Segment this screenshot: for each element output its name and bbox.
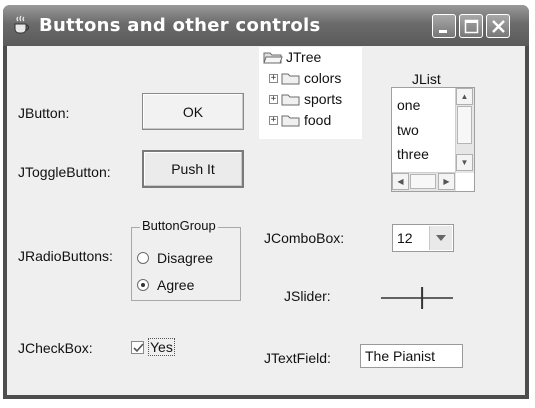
jcombobox[interactable]: 12 xyxy=(392,224,454,252)
scroll-right-icon[interactable]: ▶ xyxy=(438,173,455,190)
list-item[interactable]: one xyxy=(397,97,420,113)
window-title: Buttons and other controls xyxy=(39,15,321,36)
ok-button[interactable]: OK xyxy=(142,93,244,130)
folder-icon xyxy=(281,94,300,105)
checkbox-label: Yes xyxy=(148,338,175,356)
tree-node-colors[interactable]: + colors xyxy=(269,69,341,87)
folder-icon xyxy=(281,73,300,84)
minimize-button[interactable] xyxy=(432,14,456,38)
maximize-icon xyxy=(464,19,479,34)
jradiobuttons-label: JRadioButtons: xyxy=(18,248,113,264)
radio-agree[interactable]: Agree xyxy=(137,277,194,293)
close-icon xyxy=(492,20,505,33)
checkbox-box[interactable] xyxy=(131,340,144,354)
jslider[interactable] xyxy=(381,286,453,310)
title-bar[interactable]: Buttons and other controls xyxy=(3,5,529,46)
button-group-title: ButtonGroup xyxy=(140,218,218,233)
radio-button[interactable] xyxy=(137,252,149,264)
tree-root[interactable]: JTree xyxy=(263,48,321,66)
jtree[interactable]: JTree + colors + sports + food xyxy=(259,47,362,139)
tree-node-label: colors xyxy=(304,70,342,86)
horizontal-scrollbar[interactable]: ◀ ▶ xyxy=(392,172,456,191)
list-item[interactable]: three xyxy=(397,146,429,162)
scroll-left-icon[interactable]: ◀ xyxy=(392,173,409,190)
scroll-thumb[interactable] xyxy=(410,174,436,189)
jtextfield-label: JTextField: xyxy=(264,350,331,366)
jlist-label: JList xyxy=(412,71,441,87)
tree-node-food[interactable]: + food xyxy=(269,111,331,129)
jlist[interactable]: one two three ▲ ▼ ◀ ▶ xyxy=(391,87,475,192)
vertical-scrollbar[interactable]: ▲ ▼ xyxy=(455,88,474,173)
radio-label: Disagree xyxy=(157,250,214,266)
jcombobox-label: JComboBox: xyxy=(264,230,345,246)
minimize-icon xyxy=(439,30,447,33)
coffee-cup-icon[interactable] xyxy=(12,15,32,35)
jbutton-label: JButton: xyxy=(18,105,70,121)
scroll-thumb[interactable] xyxy=(457,106,472,144)
tree-node-label: sports xyxy=(304,91,343,107)
jslider-label: JSlider: xyxy=(284,288,331,304)
tree-root-label: JTree xyxy=(286,49,322,65)
list-item[interactable]: two xyxy=(397,122,419,138)
expand-icon[interactable]: + xyxy=(269,73,278,83)
open-folder-icon xyxy=(263,52,283,63)
radio-button[interactable] xyxy=(137,279,149,291)
checkmark-icon xyxy=(133,342,144,352)
expand-icon[interactable]: + xyxy=(269,94,278,104)
tree-node-label: food xyxy=(304,112,332,128)
folder-icon xyxy=(281,115,300,126)
close-button[interactable] xyxy=(486,14,510,38)
jcheckbox[interactable]: Yes xyxy=(131,338,175,356)
scroll-up-icon[interactable]: ▲ xyxy=(456,88,473,105)
radio-disagree[interactable]: Disagree xyxy=(137,250,213,266)
radio-label: Agree xyxy=(157,277,195,293)
maximize-button[interactable] xyxy=(459,14,483,38)
tree-node-sports[interactable]: + sports xyxy=(269,90,342,108)
scroll-down-icon[interactable]: ▼ xyxy=(456,154,473,171)
push-it-toggle-button[interactable]: Push It xyxy=(142,150,244,188)
expand-icon[interactable]: + xyxy=(269,115,278,125)
jtextfield[interactable]: The Pianist xyxy=(360,344,463,368)
chevron-down-icon[interactable] xyxy=(429,226,452,250)
combo-selected-value: 12 xyxy=(397,230,413,246)
jtogglebutton-label: JToggleButton: xyxy=(18,164,111,180)
jcheckbox-label: JCheckBox: xyxy=(18,340,93,356)
